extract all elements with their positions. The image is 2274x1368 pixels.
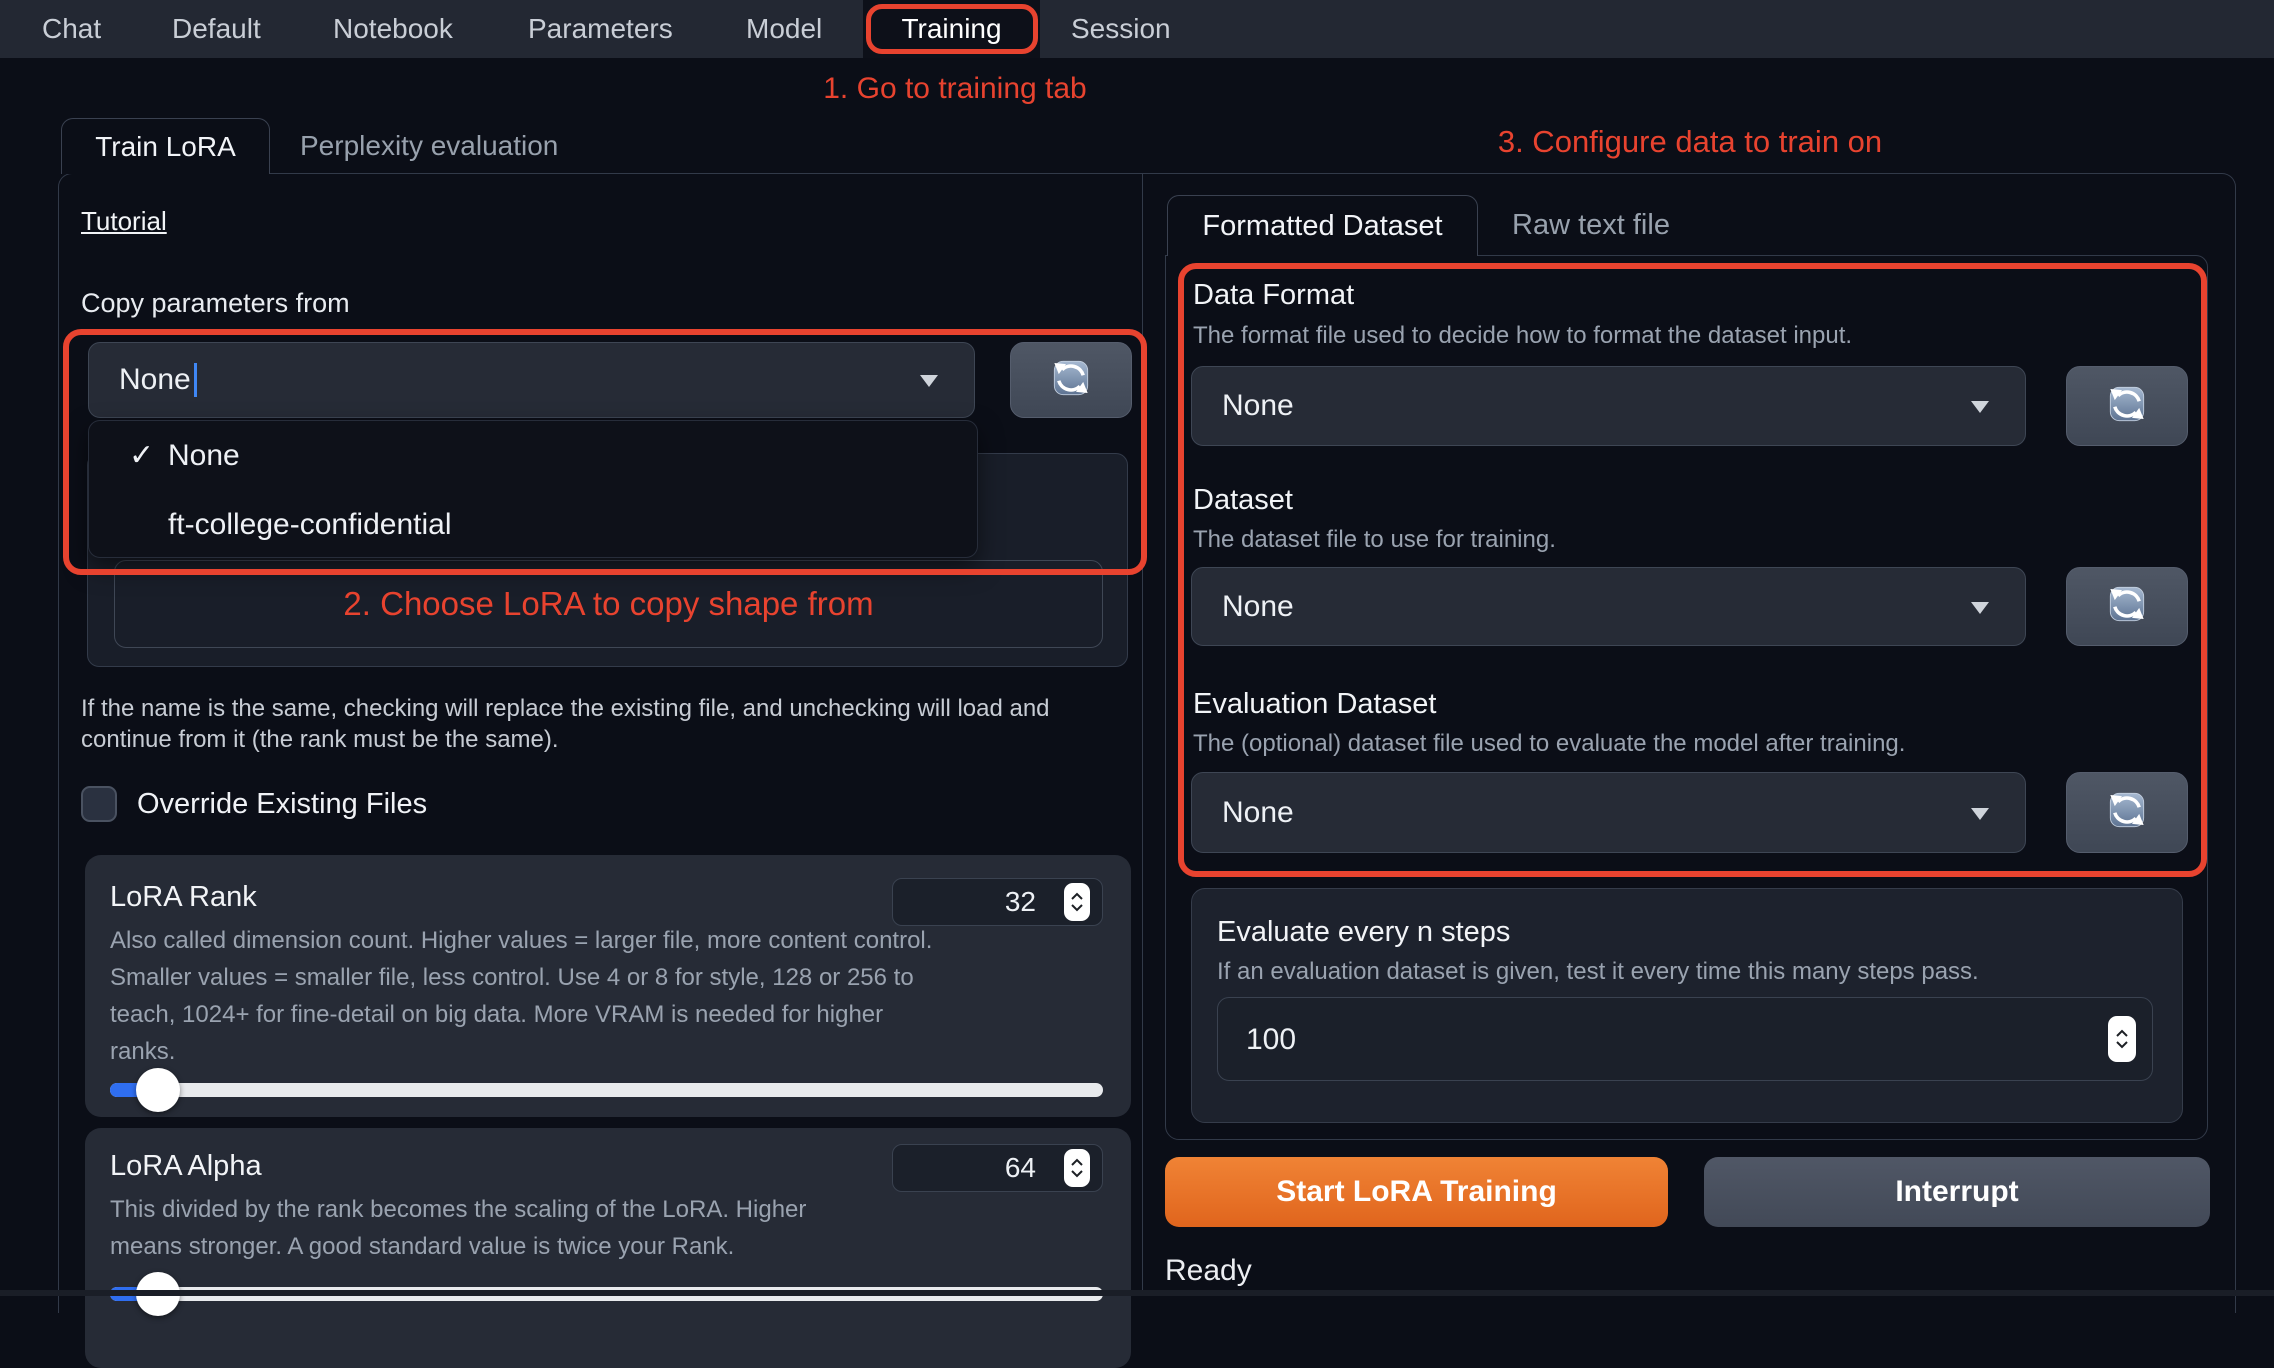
chevron-down-icon — [1070, 903, 1084, 912]
chevron-down-icon — [2115, 1040, 2129, 1049]
option-label: None — [168, 421, 240, 490]
number-stepper[interactable] — [1064, 883, 1090, 921]
start-lora-training-button[interactable]: Start LoRA Training — [1165, 1157, 1668, 1227]
nav-tab-parameters[interactable]: Parameters — [528, 0, 673, 58]
dataset-value: None — [1222, 568, 1294, 645]
dataset-dropdown[interactable]: None — [1191, 567, 2026, 646]
refresh-icon — [1051, 358, 1091, 403]
lora-alpha-value: 64 — [1005, 1145, 1036, 1191]
lora-rank-slider-handle[interactable] — [136, 1068, 180, 1112]
dropdown-option-none[interactable]: ✓ None — [89, 421, 977, 490]
refresh-eval-datasets-button[interactable] — [2066, 772, 2188, 853]
nav-tab-session[interactable]: Session — [1071, 0, 1171, 58]
copy-parameters-value: None — [119, 363, 191, 397]
dataset-label: Dataset — [1193, 484, 1293, 517]
nav-tab-notebook[interactable]: Notebook — [333, 0, 453, 58]
interrupt-button[interactable]: Interrupt — [1704, 1157, 2210, 1227]
annotation-step1: 1. Go to training tab — [790, 72, 1120, 106]
chevron-down-icon — [1971, 808, 1989, 820]
evaluation-dataset-description: The (optional) dataset file used to eval… — [1193, 730, 1905, 758]
tab-formatted-dataset[interactable]: Formatted Dataset — [1167, 195, 1478, 256]
lora-rank-number-input[interactable]: 32 — [892, 878, 1103, 926]
evaluate-steps-value: 100 — [1246, 998, 1296, 1082]
evaluation-dataset-value: None — [1222, 773, 1294, 852]
chevron-down-icon — [1070, 1169, 1084, 1178]
nav-tab-model[interactable]: Model — [746, 0, 822, 58]
lora-alpha-number-input[interactable]: 64 — [892, 1144, 1103, 1192]
lora-rank-slider[interactable] — [110, 1083, 1103, 1097]
top-nav: Chat Default Notebook Parameters Model T… — [0, 0, 2274, 58]
lora-alpha-card: LoRA Alpha 64 This divided by the rank b… — [85, 1128, 1131, 1368]
lora-rank-label: LoRA Rank — [110, 881, 257, 914]
chevron-up-icon — [1070, 892, 1084, 901]
evaluation-dataset-label: Evaluation Dataset — [1193, 688, 1436, 721]
text-cursor — [194, 363, 197, 397]
evaluate-steps-description: If an evaluation dataset is given, test … — [1217, 958, 1979, 986]
refresh-icon — [2107, 584, 2147, 629]
number-stepper[interactable] — [1064, 1149, 1090, 1187]
override-note: If the name is the same, checking will r… — [81, 693, 1126, 755]
nav-tab-default[interactable]: Default — [172, 0, 261, 58]
chevron-down-icon — [1971, 602, 1989, 614]
dataset-description: The dataset file to use for training. — [1193, 526, 1556, 554]
checkmark-icon: ✓ — [129, 421, 154, 490]
copy-parameters-options-list: ✓ None ft-college-confidential — [88, 420, 978, 558]
bottom-scrollbar-track[interactable] — [0, 1290, 2274, 1296]
copy-parameters-label: Copy parameters from — [81, 288, 350, 319]
refresh-icon — [2107, 790, 2147, 835]
evaluate-steps-number-input[interactable]: 100 — [1217, 997, 2153, 1081]
lora-rank-card: LoRA Rank 32 Also called dimension count… — [85, 855, 1131, 1117]
lora-rank-value: 32 — [1005, 879, 1036, 925]
data-format-description: The format file used to decide how to fo… — [1193, 322, 1852, 350]
data-format-value: None — [1222, 367, 1294, 445]
column-divider — [1142, 173, 1143, 1296]
tab-raw-text-file[interactable]: Raw text file — [1512, 195, 1670, 256]
nav-tab-chat[interactable]: Chat — [42, 0, 101, 58]
refresh-datasets-button[interactable] — [2066, 567, 2188, 646]
chevron-up-icon — [2115, 1029, 2129, 1038]
data-format-label: Data Format — [1193, 279, 1354, 312]
evaluate-steps-card: Evaluate every n steps If an evaluation … — [1191, 888, 2183, 1123]
tab-perplexity-evaluation[interactable]: Perplexity evaluation — [300, 118, 558, 174]
data-format-dropdown[interactable]: None — [1191, 366, 2026, 446]
number-stepper[interactable] — [2108, 1016, 2136, 1062]
chevron-down-icon — [1971, 401, 1989, 413]
annotation-step2: 2. Choose LoRA to copy shape from — [343, 585, 873, 622]
tab-train-lora[interactable]: Train LoRA — [61, 118, 270, 174]
chevron-up-icon — [1070, 1158, 1084, 1167]
lora-alpha-label: LoRA Alpha — [110, 1150, 262, 1183]
chevron-down-icon — [920, 375, 938, 387]
option-label: ft-college-confidential — [168, 490, 452, 559]
copy-parameters-dropdown[interactable]: None — [88, 342, 975, 418]
nav-tab-training[interactable]: Training — [863, 0, 1040, 58]
refresh-formats-button[interactable] — [2066, 366, 2188, 446]
lora-alpha-description: This divided by the rank becomes the sca… — [110, 1191, 870, 1265]
override-existing-files-checkbox[interactable] — [81, 786, 117, 822]
tutorial-link[interactable]: Tutorial — [81, 206, 167, 237]
lora-rank-description: Also called dimension count. Higher valu… — [110, 922, 945, 1070]
dropdown-option-ft-college-confidential[interactable]: ft-college-confidential — [89, 490, 977, 559]
refresh-loras-button[interactable] — [1010, 342, 1132, 418]
evaluation-dataset-dropdown[interactable]: None — [1191, 772, 2026, 853]
annotation-step2-box: 2. Choose LoRA to copy shape from — [114, 560, 1103, 648]
refresh-icon — [2107, 384, 2147, 429]
status-text: Ready — [1165, 1254, 1252, 1288]
evaluate-steps-label: Evaluate every n steps — [1217, 916, 1510, 949]
override-existing-files-label: Override Existing Files — [137, 788, 427, 821]
annotation-step3: 3. Configure data to train on — [1460, 124, 1920, 160]
